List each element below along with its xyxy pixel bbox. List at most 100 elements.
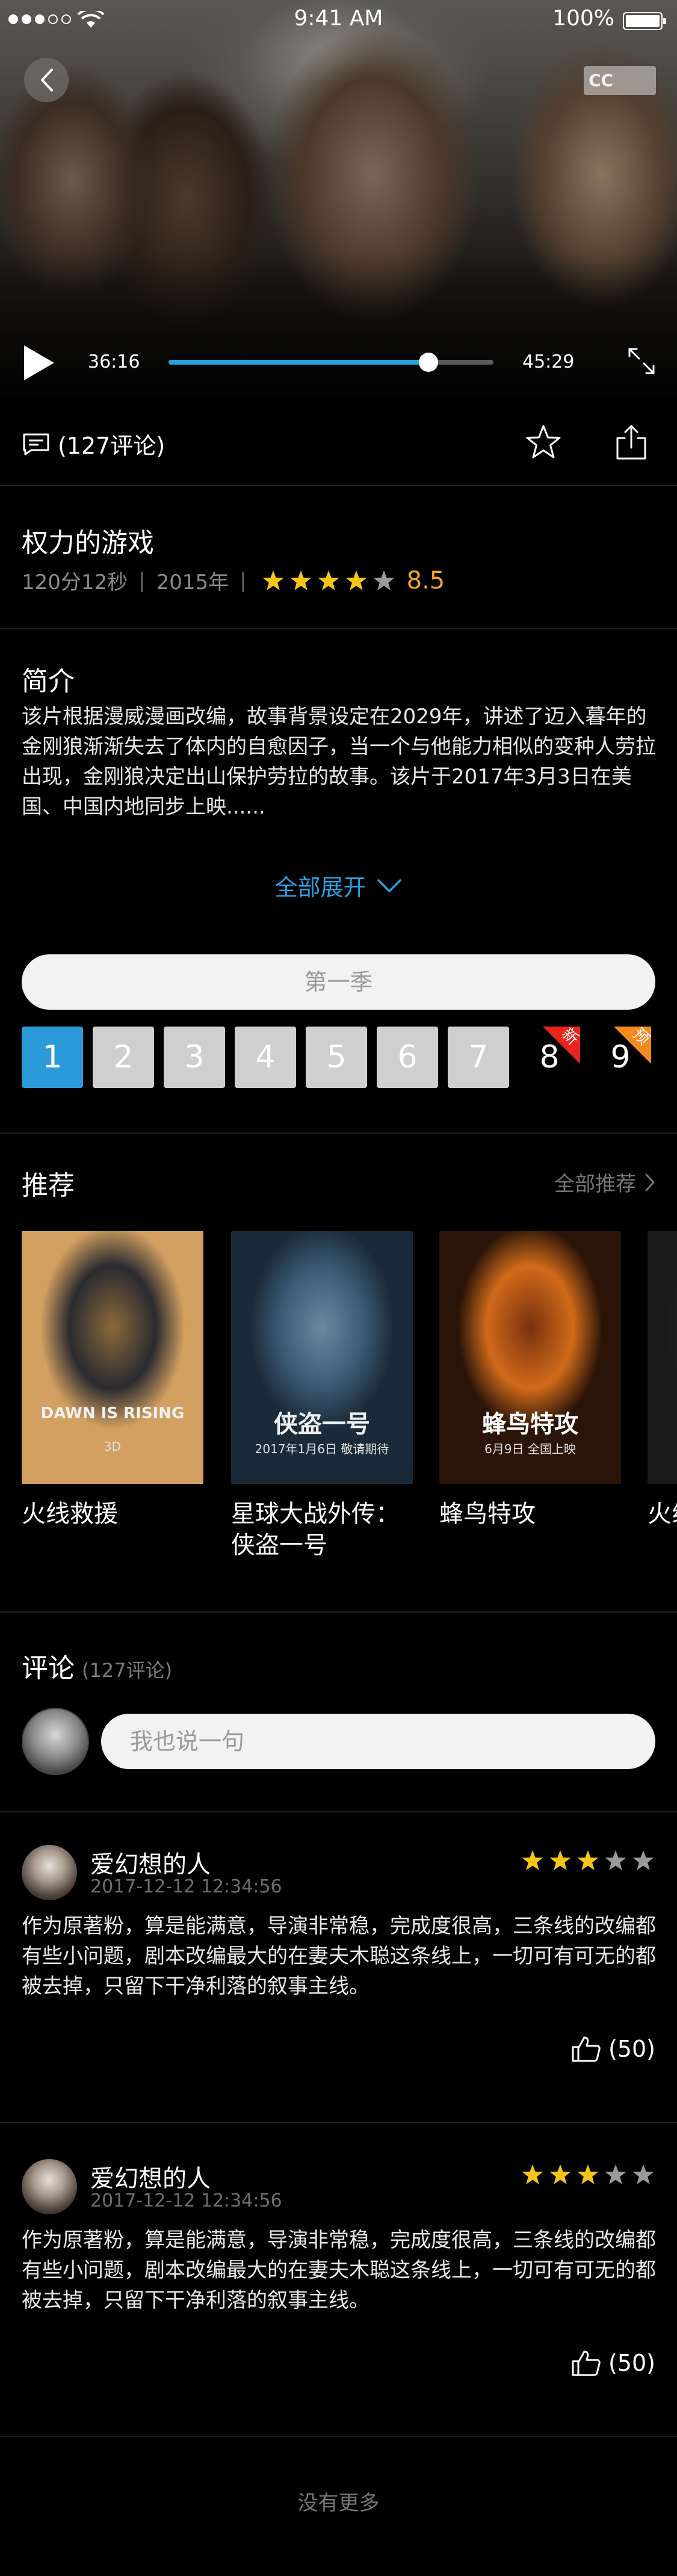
no-more-label: 没有更多 bbox=[297, 2491, 380, 2515]
episode-8-button[interactable]: 8新 bbox=[519, 1025, 582, 1088]
movie-poster: DAWN IS RISING 3D bbox=[22, 1231, 203, 1484]
star-filled-icon bbox=[318, 570, 339, 590]
star-empty-icon bbox=[373, 570, 395, 590]
episode-7-button[interactable]: 7 bbox=[448, 1027, 509, 1088]
movie-poster: 蜂鸟特攻 6月9日 全国上映 bbox=[439, 1231, 621, 1484]
like-button[interactable]: (50) bbox=[571, 2035, 655, 2063]
new-badge: 新 bbox=[543, 1025, 582, 1064]
episode-4-button[interactable]: 4 bbox=[235, 1027, 296, 1088]
progress-bar[interactable] bbox=[168, 353, 493, 372]
chevron-left-icon bbox=[41, 69, 53, 91]
favorite-star-icon[interactable] bbox=[525, 424, 562, 461]
recommend-item[interactable]: 侠盗一号 2017年1月6日 敬请期待星球大战外传：侠盗一号 bbox=[231, 1231, 413, 1561]
episode-3-button[interactable]: 3 bbox=[164, 1027, 225, 1088]
recommend-item[interactable]: DAWN IS RISING 3D 火线救援 bbox=[22, 1231, 203, 1530]
episode-number: 3 bbox=[184, 1039, 205, 1075]
episode-number: 4 bbox=[255, 1039, 276, 1075]
poster-title: DAWN IS RISING bbox=[40, 1404, 185, 1422]
episode-list: 1 2 3 4 5 6 7 8新9预 bbox=[22, 1025, 653, 1088]
star-empty-icon bbox=[605, 1850, 626, 1870]
poster-title: 蜂鸟特攻 bbox=[482, 1410, 578, 1438]
episode-9-button[interactable]: 9预 bbox=[590, 1025, 653, 1088]
meta-separator: | bbox=[240, 568, 247, 593]
divider bbox=[0, 2122, 677, 2123]
star-filled-icon bbox=[522, 1850, 543, 1870]
like-button[interactable]: (50) bbox=[571, 2349, 655, 2377]
star-empty-icon bbox=[605, 2164, 626, 2184]
user-avatar[interactable] bbox=[22, 2159, 77, 2214]
chevron-right-icon bbox=[645, 1173, 655, 1191]
episode-number: 2 bbox=[113, 1039, 134, 1075]
episode-number: 6 bbox=[397, 1039, 418, 1075]
star-filled-icon bbox=[549, 2164, 571, 2184]
poster-subtitle: 2017年1月6日 敬请期待 bbox=[255, 1442, 389, 1456]
like-count: (50) bbox=[608, 2036, 655, 2062]
star-filled-icon bbox=[577, 2164, 599, 2184]
comment-rating bbox=[521, 1849, 655, 1873]
recommend-list: DAWN IS RISING 3D 火线救援 侠盗一号 2017年1月6日 敬请期待 星球… bbox=[22, 1231, 677, 1568]
share-icon[interactable] bbox=[614, 424, 649, 461]
comment-icon bbox=[23, 433, 49, 455]
play-icon[interactable] bbox=[20, 343, 57, 383]
poster-subtitle: 6月9日 全国上映 bbox=[484, 1442, 576, 1456]
current-time: 36:16 bbox=[88, 351, 140, 372]
total-time: 45:29 bbox=[522, 351, 575, 372]
video-player[interactable]: CC 36:16 45:29 bbox=[0, 0, 677, 397]
season-selector[interactable]: 第一季 bbox=[22, 954, 655, 1010]
recommend-item[interactable]: 蜂鸟特攻 6月9日 全国上映 蜂鸟特攻 bbox=[439, 1231, 621, 1530]
user-avatar[interactable] bbox=[22, 1845, 77, 1900]
chevron-down-icon bbox=[377, 879, 401, 892]
comment-rating bbox=[521, 2163, 655, 2187]
like-count: (50) bbox=[608, 2350, 655, 2376]
poster-subtitle: 3D bbox=[104, 1439, 122, 1454]
recommend-item[interactable]: 火线 bbox=[648, 1231, 677, 1530]
comments-count: (127评论) bbox=[58, 433, 165, 459]
back-button[interactable] bbox=[24, 58, 69, 102]
episode-number: 1 bbox=[42, 1039, 63, 1075]
progress-fill bbox=[168, 360, 428, 365]
episode-1-button[interactable]: 1 bbox=[22, 1027, 83, 1088]
action-bar: (127评论) bbox=[0, 409, 677, 475]
star-filled-icon bbox=[549, 1850, 571, 1870]
comment-username[interactable]: 爱幻想的人 bbox=[90, 2159, 211, 2194]
episode-5-button[interactable]: 5 bbox=[306, 1027, 367, 1088]
movie-poster bbox=[648, 1231, 677, 1484]
fullscreen-icon[interactable] bbox=[626, 345, 657, 377]
poster-title: 侠盗一号 bbox=[274, 1410, 370, 1438]
comment-date: 2017-12-12 12:34:56 bbox=[90, 1876, 282, 1897]
expand-button[interactable]: 全部展开 bbox=[0, 869, 677, 902]
star-filled-icon bbox=[290, 570, 312, 590]
comment-text: 作为原著粉，算是能满意，导演非常稳，完成度很高，三条线的改编都有些小问题，剧本改… bbox=[22, 2228, 656, 2312]
battery-percent: 100% bbox=[552, 6, 614, 31]
episode-number: 5 bbox=[326, 1039, 347, 1075]
comment-username[interactable]: 爱幻想的人 bbox=[90, 1845, 211, 1880]
preview-badge: 预 bbox=[614, 1025, 653, 1064]
synopsis-heading: 简介 bbox=[22, 666, 75, 697]
comments-link[interactable]: (127评论) bbox=[22, 427, 165, 460]
divider bbox=[0, 2436, 677, 2437]
recommend-title: 星球大战外传：侠盗一号 bbox=[231, 1500, 400, 1559]
synopsis-text: 该片根据漫威漫画改编，故事背景设定在2029年，讲述了迈入暮年的金刚狼渐渐失去了… bbox=[22, 705, 656, 819]
recommend-title: 蜂鸟特攻 bbox=[439, 1500, 536, 1528]
star-filled-icon bbox=[577, 1850, 599, 1870]
see-all-recommend-link[interactable]: 全部推荐 bbox=[554, 1167, 655, 1197]
my-avatar[interactable] bbox=[22, 1708, 89, 1775]
comment-item: 爱幻想的人 2017-12-12 12:34:56 作为原著粉，算是能满意，导演非常… bbox=[0, 2159, 677, 2400]
comment-input[interactable]: 我也说一句 bbox=[101, 1714, 655, 1769]
movie-poster: 侠盗一号 2017年1月6日 敬请期待 bbox=[231, 1231, 413, 1484]
movie-year: 2015年 bbox=[156, 570, 229, 595]
status-bar: 9:41 AM 100% bbox=[0, 0, 677, 39]
episode-number: 7 bbox=[468, 1039, 489, 1075]
subtitles-button[interactable]: CC bbox=[584, 66, 656, 95]
recommend-title: 火线 bbox=[648, 1500, 677, 1528]
meta-separator: | bbox=[138, 568, 146, 593]
divider bbox=[0, 1611, 677, 1613]
episode-2-button[interactable]: 2 bbox=[93, 1027, 154, 1088]
comments-heading: 评论 (127评论) bbox=[22, 1646, 172, 1685]
star-filled-icon bbox=[262, 570, 284, 590]
battery-icon bbox=[623, 12, 666, 30]
movie-meta: 120分12秒 | 2015年 | 8.5 bbox=[22, 566, 445, 595]
divider bbox=[0, 1132, 677, 1134]
progress-thumb[interactable] bbox=[419, 353, 438, 372]
episode-6-button[interactable]: 6 bbox=[377, 1027, 438, 1088]
